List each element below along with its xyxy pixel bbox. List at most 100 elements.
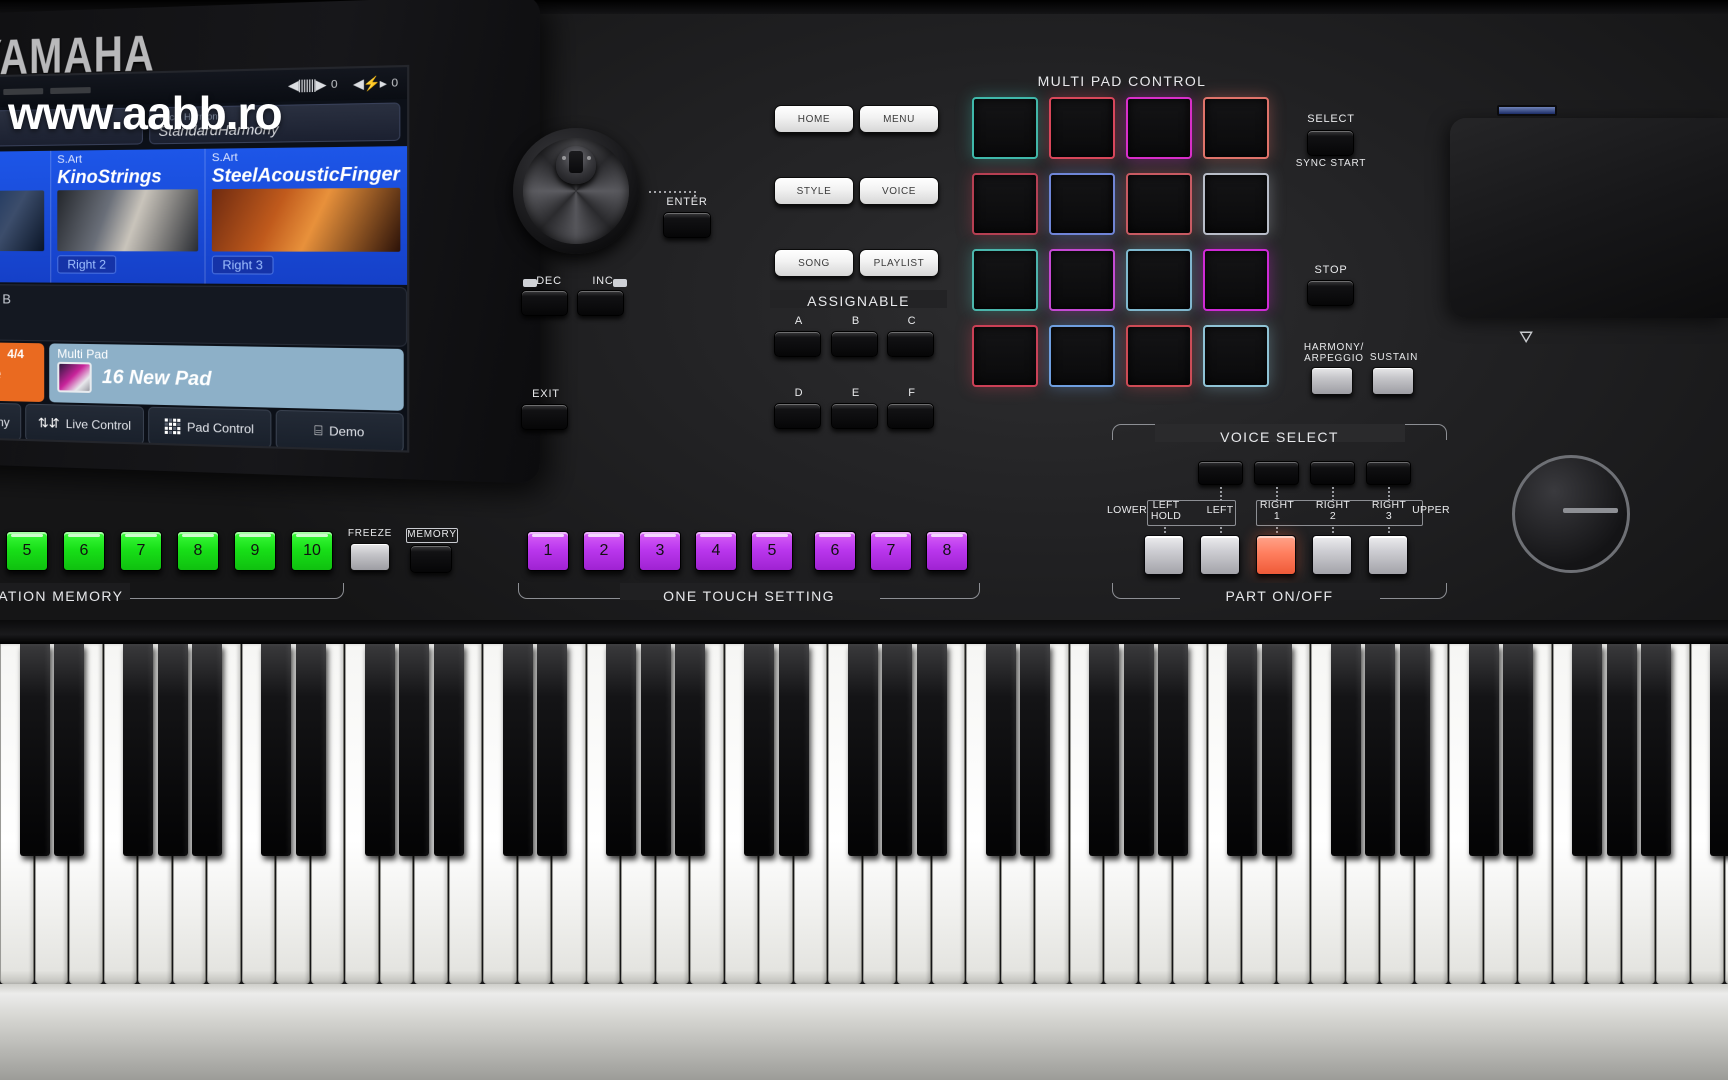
- tab-demo[interactable]: ⌸ Demo: [276, 410, 404, 453]
- black-key[interactable]: [1089, 644, 1119, 856]
- registration-memory-10[interactable]: 10: [291, 531, 333, 571]
- black-key[interactable]: [779, 644, 809, 856]
- control-knob-ring[interactable]: [1512, 455, 1630, 573]
- multi-pad-4[interactable]: [1203, 97, 1269, 159]
- multi-pad-10[interactable]: [1049, 249, 1115, 311]
- black-key[interactable]: [20, 644, 50, 856]
- multi-pad-14[interactable]: [1049, 325, 1115, 387]
- multi-pad-8[interactable]: [1203, 173, 1269, 235]
- black-key[interactable]: [1607, 644, 1637, 856]
- black-key[interactable]: [1641, 644, 1671, 856]
- black-key[interactable]: [434, 644, 464, 856]
- tab-live-control[interactable]: ⇅⇵ Live Control: [25, 404, 144, 445]
- multi-pad-11[interactable]: [1126, 249, 1192, 311]
- dec-button[interactable]: [521, 290, 568, 316]
- multi-pad-13[interactable]: [972, 325, 1038, 387]
- song-row[interactable]: Song B: [0, 284, 407, 347]
- black-key[interactable]: [606, 644, 636, 856]
- stop-button[interactable]: [1307, 280, 1354, 306]
- data-dial[interactable]: [513, 128, 639, 254]
- black-key[interactable]: [1503, 644, 1533, 856]
- playlist-button[interactable]: PLAYLIST: [859, 249, 939, 277]
- piano-keyboard[interactable]: [0, 620, 1728, 1080]
- black-key[interactable]: [399, 644, 429, 856]
- assignable-b-button[interactable]: [831, 331, 878, 357]
- part-button-right1[interactable]: [1256, 535, 1296, 575]
- one-touch-setting-1[interactable]: 1: [527, 531, 569, 571]
- home-button[interactable]: HOME: [774, 105, 854, 133]
- style-card[interactable]: Intro ♩= 125 4/4 TV Theme: [0, 341, 44, 402]
- black-key[interactable]: [675, 644, 705, 856]
- black-key[interactable]: [1710, 644, 1728, 856]
- multi-pad-12[interactable]: [1203, 249, 1269, 311]
- one-touch-setting-7[interactable]: 7: [870, 531, 912, 571]
- song-button[interactable]: SONG: [774, 249, 854, 277]
- black-key[interactable]: [503, 644, 533, 856]
- multi-pad-5[interactable]: [972, 173, 1038, 235]
- tab-pad-control[interactable]: Pad Control: [148, 407, 271, 449]
- one-touch-setting-3[interactable]: 3: [639, 531, 681, 571]
- one-touch-setting-5[interactable]: 5: [751, 531, 793, 571]
- harmony-arpeggio-button[interactable]: [1311, 367, 1353, 395]
- assignable-d-button[interactable]: [774, 403, 821, 429]
- exit-button[interactable]: [521, 404, 568, 430]
- black-key[interactable]: [1262, 644, 1292, 856]
- multi-pad-1[interactable]: [972, 97, 1038, 159]
- black-key[interactable]: [296, 644, 326, 856]
- tab-vocal-harmony[interactable]: ♪ Vocal Harmony: [0, 401, 21, 441]
- menu-button[interactable]: MENU: [859, 105, 939, 133]
- black-key[interactable]: [54, 644, 84, 856]
- freeze-button[interactable]: [350, 543, 390, 571]
- black-key[interactable]: [986, 644, 1016, 856]
- registration-memory-6[interactable]: 6: [63, 531, 105, 571]
- black-key[interactable]: [192, 644, 222, 856]
- multipad-card[interactable]: Multi Pad 16 New Pad: [49, 343, 403, 410]
- voice-select-right3-button[interactable]: [1366, 461, 1411, 485]
- data-dial-knob[interactable]: [569, 151, 583, 173]
- part-button-right3[interactable]: [1368, 535, 1408, 575]
- part-button-right2[interactable]: [1312, 535, 1352, 575]
- black-key[interactable]: [1227, 644, 1257, 856]
- style-button[interactable]: STYLE: [774, 177, 854, 205]
- usb-port[interactable]: [1497, 105, 1557, 116]
- memory-button[interactable]: [410, 545, 452, 573]
- voice-select-right2-button[interactable]: [1310, 461, 1355, 485]
- black-key[interactable]: [917, 644, 947, 856]
- black-key[interactable]: [882, 644, 912, 856]
- voice-part-right3[interactable]: S.Art SteelAcousticFinger Right 3: [204, 146, 407, 285]
- multi-pad-15[interactable]: [1126, 325, 1192, 387]
- assignable-a-button[interactable]: [774, 331, 821, 357]
- black-key[interactable]: [537, 644, 567, 856]
- black-key[interactable]: [1572, 644, 1602, 856]
- sustain-button[interactable]: [1372, 367, 1414, 395]
- voice-part-right1[interactable]: S.Art CFXGrand Right 1: [0, 151, 50, 283]
- select-sync-start-button[interactable]: [1307, 130, 1354, 156]
- voice-select-right1-button[interactable]: [1254, 461, 1299, 485]
- assignable-f-button[interactable]: [887, 403, 934, 429]
- multi-pad-2[interactable]: [1049, 97, 1115, 159]
- enter-button[interactable]: [663, 212, 711, 238]
- multi-pad-9[interactable]: [972, 249, 1038, 311]
- part-button-left[interactable]: [1200, 535, 1240, 575]
- black-key[interactable]: [1124, 644, 1154, 856]
- registration-memory-5[interactable]: 5: [6, 531, 48, 571]
- black-key[interactable]: [1020, 644, 1050, 856]
- one-touch-setting-2[interactable]: 2: [583, 531, 625, 571]
- multi-pad-7[interactable]: [1126, 173, 1192, 235]
- black-key[interactable]: [365, 644, 395, 856]
- one-touch-setting-4[interactable]: 4: [695, 531, 737, 571]
- one-touch-setting-8[interactable]: 8: [926, 531, 968, 571]
- inc-button[interactable]: [577, 290, 624, 316]
- multi-pad-6[interactable]: [1049, 173, 1115, 235]
- assignable-c-button[interactable]: [887, 331, 934, 357]
- black-key[interactable]: [848, 644, 878, 856]
- registration-memory-7[interactable]: 7: [120, 531, 162, 571]
- mic-setting-chip[interactable]: Mic Setting: [0, 107, 143, 147]
- registration-memory-8[interactable]: 8: [177, 531, 219, 571]
- assignable-e-button[interactable]: [831, 403, 878, 429]
- black-key[interactable]: [158, 644, 188, 856]
- black-key[interactable]: [123, 644, 153, 856]
- black-key[interactable]: [1365, 644, 1395, 856]
- black-key[interactable]: [744, 644, 774, 856]
- lcd-screen[interactable]: ◀|||||||▶ 0 ◀⚡▸ 0 Mic Setting Vocal Harm…: [0, 65, 409, 453]
